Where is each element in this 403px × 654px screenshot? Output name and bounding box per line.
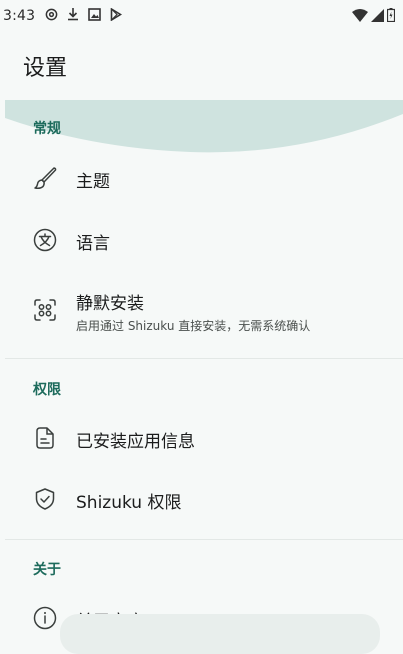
shield-check-icon [32,486,58,512]
play-store-icon [110,7,123,25]
section-label-permissions: 权限 [33,382,61,398]
brush-icon [32,165,58,191]
download-icon [67,7,79,25]
cell-signal-icon [371,8,384,26]
document-icon [32,425,58,451]
settings-item-language[interactable]: 语言 [0,222,403,258]
settings-item-silent-install[interactable]: 静默安装 启用通过 Shizuku 直接安装，无需系统确认 [0,284,403,336]
section-label-general: 常规 [33,121,61,137]
status-time: 3:43 [3,8,36,24]
settings-item-installed-apps-info[interactable]: 已安装应用信息 [0,420,403,456]
silent-install-label: 静默安装 [76,294,144,314]
translate-icon [32,227,58,253]
battery-icon [386,8,396,26]
image-icon [88,7,102,25]
theme-label: 主题 [76,172,110,192]
silent-install-subtitle: 启用通过 Shizuku 直接安装，无需系统确认 [76,319,311,333]
bottom-floating-surface [60,614,380,654]
at-icon [45,8,58,25]
settings-item-theme[interactable]: 主题 [0,160,403,196]
shizuku-permission-label: Shizuku 权限 [76,493,182,513]
wifi-icon [352,8,368,26]
system-icons [352,8,396,26]
settings-item-shizuku-permission[interactable]: Shizuku 权限 [0,481,403,517]
installed-apps-info-label: 已安装应用信息 [76,432,195,452]
section-divider [5,539,403,540]
language-label: 语言 [76,234,110,254]
info-icon [32,605,58,631]
section-divider [5,358,403,359]
status-bar: 3:43 [0,0,403,32]
page-title: 设置 [23,56,68,81]
notification-icons [45,7,123,25]
face-scan-icon [32,297,58,323]
section-label-about: 关于 [33,562,61,578]
